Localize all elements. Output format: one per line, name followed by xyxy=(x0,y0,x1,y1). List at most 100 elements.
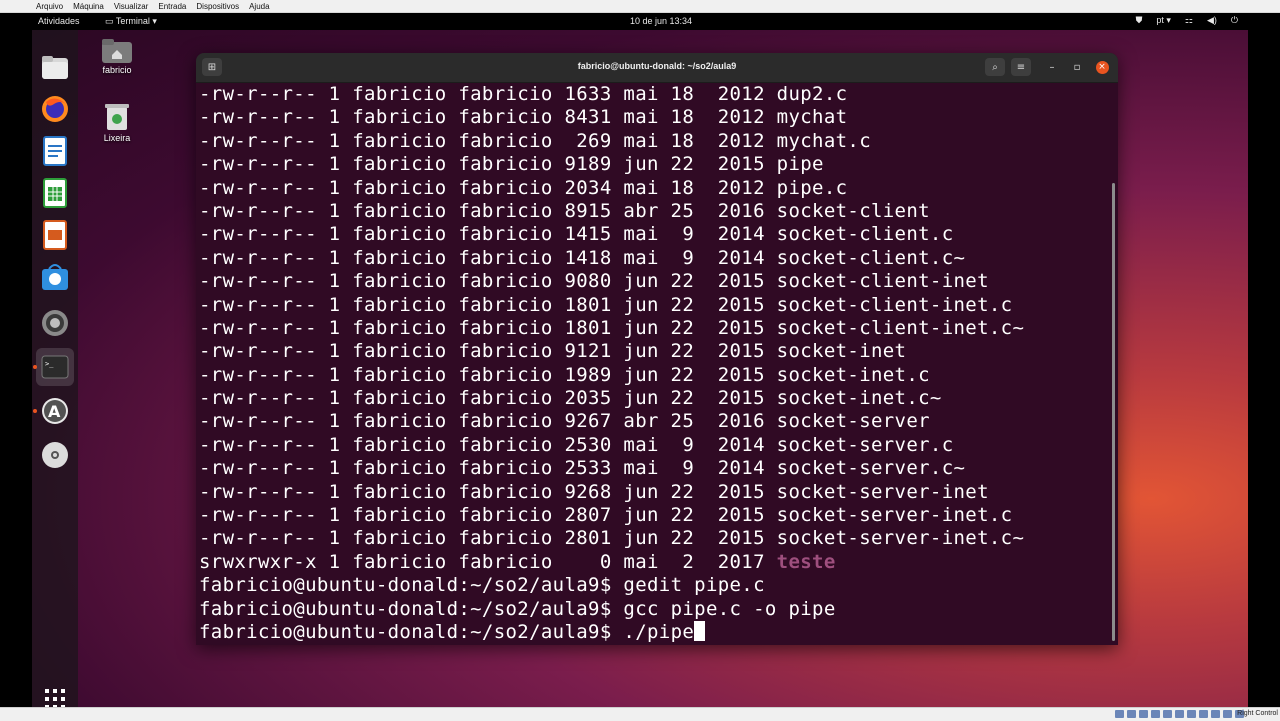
hamburger-menu-icon[interactable]: ≡ xyxy=(1011,58,1031,76)
ls-line: -rw-r--r-- 1 fabricio fabricio 9121 jun … xyxy=(199,340,1104,363)
ls-line: -rw-r--r-- 1 fabricio fabricio 1418 mai … xyxy=(199,247,1104,270)
file-name: socket-inet.c~ xyxy=(776,387,942,410)
file-name: socket-server.c~ xyxy=(776,457,966,480)
ls-line-fields: -rw-r--r-- 1 fabricio fabricio 2807 jun … xyxy=(199,504,777,527)
dock: >_ A xyxy=(32,30,78,707)
system-tray[interactable]: ⛊ pt ▾ ⚏ ◀) ⏻ xyxy=(1136,15,1238,26)
writer-icon[interactable] xyxy=(36,132,74,170)
host-menu-item[interactable]: Visualizar xyxy=(114,2,149,11)
show-applications-icon[interactable] xyxy=(36,680,74,707)
host-menu-item[interactable]: Ajuda xyxy=(249,2,269,11)
file-name: socket-inet xyxy=(776,340,907,363)
dvd-icon[interactable] xyxy=(36,436,74,474)
software-icon[interactable] xyxy=(36,258,74,296)
close-icon[interactable]: × xyxy=(1092,58,1112,76)
host-menu-item[interactable]: Máquina xyxy=(73,2,104,11)
file-name: socket-server xyxy=(776,410,930,433)
file-name: socket-client.c xyxy=(776,223,954,246)
file-name: socket-client-inet.c xyxy=(776,293,1013,316)
prompt-line: fabricio@ubuntu-donald:~/so2/aula9$ gedi… xyxy=(199,574,1104,597)
shared-folder-icon[interactable] xyxy=(1175,710,1184,718)
search-icon[interactable]: ⌕ xyxy=(985,58,1005,76)
shield-icon[interactable]: ⛊ xyxy=(1136,15,1143,26)
terminal-output[interactable]: -rw-r--r-- 1 fabricio fabricio 1633 mai … xyxy=(199,83,1104,643)
language-indicator[interactable]: pt ▾ xyxy=(1156,15,1171,26)
gnome-top-bar: Atividades ▭ Terminal ▾ 10 de jun 13:34 … xyxy=(32,13,1248,30)
app-menu-label: Terminal ▾ xyxy=(115,16,157,26)
power-icon[interactable]: ⏻ xyxy=(1231,15,1238,26)
terminal-headerbar[interactable]: ⊞ fabricio@ubuntu-donald: ~/so2/aula9 ⌕ … xyxy=(196,53,1118,83)
settings-icon[interactable] xyxy=(36,304,74,342)
prompt-line: fabricio@ubuntu-donald:~/so2/aula9$ gcc … xyxy=(199,598,1104,621)
ls-line: srwxrwxr-x 1 fabricio fabricio 0 mai 2 2… xyxy=(199,551,1104,574)
file-name: socket-server-inet xyxy=(776,480,989,503)
home-folder-icon xyxy=(102,39,132,63)
ls-line: -rw-r--r-- 1 fabricio fabricio 8431 mai … xyxy=(199,106,1104,129)
file-name: pipe.c xyxy=(776,176,848,199)
file-name: socket-client xyxy=(776,199,930,222)
mouse-integration-icon[interactable] xyxy=(1223,710,1232,718)
network-icon[interactable]: ⚏ xyxy=(1185,15,1193,26)
ls-line: -rw-r--r-- 1 fabricio fabricio 2801 jun … xyxy=(199,527,1104,550)
vbox-status-bar: Right Control xyxy=(0,707,1280,721)
shell-command: gedit pipe.c xyxy=(623,574,765,597)
vbox-menubar: Arquivo Máquina Visualizar Entrada Dispositi… xyxy=(0,0,1280,13)
files-icon[interactable] xyxy=(36,48,74,86)
ls-line: -rw-r--r-- 1 fabricio fabricio 9080 jun … xyxy=(199,270,1104,293)
cpu-icon[interactable] xyxy=(1211,710,1220,718)
software-updater-icon[interactable]: A xyxy=(36,392,74,430)
ls-line-fields: -rw-r--r-- 1 fabricio fabricio 2034 mai … xyxy=(199,176,777,199)
ls-line: -rw-r--r-- 1 fabricio fabricio 1989 jun … xyxy=(199,364,1104,387)
terminal-icon[interactable]: >_ xyxy=(36,348,74,386)
ls-line-fields: srwxrwxr-x 1 fabricio fabricio 0 mai 2 2… xyxy=(199,550,777,573)
file-name: socket-client.c~ xyxy=(776,246,966,269)
display-icon[interactable] xyxy=(1187,710,1196,718)
network-adapter-icon[interactable] xyxy=(1151,710,1160,718)
volume-icon[interactable]: ◀) xyxy=(1207,15,1217,26)
maximize-icon[interactable]: ▫ xyxy=(1067,58,1087,76)
ls-line: -rw-r--r-- 1 fabricio fabricio 9189 jun … xyxy=(199,153,1104,176)
optical-drive-icon[interactable] xyxy=(1127,710,1136,718)
ls-line-fields: -rw-r--r-- 1 fabricio fabricio 2533 mai … xyxy=(199,457,777,480)
ls-line: -rw-r--r-- 1 fabricio fabricio 269 mai 1… xyxy=(199,130,1104,153)
host-menu-item[interactable]: Entrada xyxy=(158,2,186,11)
file-name: mychat.c xyxy=(776,129,871,152)
minimize-icon[interactable]: – xyxy=(1042,58,1062,76)
firefox-icon[interactable] xyxy=(36,90,74,128)
file-name: socket-server-inet.c xyxy=(776,504,1013,527)
calc-icon[interactable] xyxy=(36,174,74,212)
ls-line-fields: -rw-r--r-- 1 fabricio fabricio 2035 jun … xyxy=(199,387,777,410)
ls-line-fields: -rw-r--r-- 1 fabricio fabricio 1989 jun … xyxy=(199,363,777,386)
host-menu-item[interactable]: Arquivo xyxy=(36,2,63,11)
shell-prompt: fabricio@ubuntu-donald:~/so2/aula9$ xyxy=(199,620,612,643)
desktop-home-folder[interactable]: fabricio xyxy=(87,39,147,75)
ls-line-fields: -rw-r--r-- 1 fabricio fabricio 8915 abr … xyxy=(199,199,777,222)
host-menu-item[interactable]: Dispositivos xyxy=(196,2,239,11)
vbox-device-icons[interactable] xyxy=(1115,710,1244,718)
svg-text:>_: >_ xyxy=(45,360,54,368)
running-indicator xyxy=(33,409,37,413)
ls-line: -rw-r--r-- 1 fabricio fabricio 2035 jun … xyxy=(199,387,1104,410)
audio-icon[interactable] xyxy=(1139,710,1148,718)
impress-icon[interactable] xyxy=(36,216,74,254)
ls-line: -rw-r--r-- 1 fabricio fabricio 1801 jun … xyxy=(199,317,1104,340)
hdd-icon[interactable] xyxy=(1115,710,1124,718)
trash-icon xyxy=(105,104,129,130)
recording-icon[interactable] xyxy=(1199,710,1208,718)
ls-line: -rw-r--r-- 1 fabricio fabricio 9267 abr … xyxy=(199,410,1104,433)
clock[interactable]: 10 de jun 13:34 xyxy=(630,16,692,26)
ls-line: -rw-r--r-- 1 fabricio fabricio 2533 mai … xyxy=(199,457,1104,480)
activities-button[interactable]: Atividades xyxy=(38,16,80,26)
file-name: mychat xyxy=(776,106,848,129)
ls-line: -rw-r--r-- 1 fabricio fabricio 1801 jun … xyxy=(199,294,1104,317)
scrollbar[interactable] xyxy=(1112,183,1115,641)
shell-prompt: fabricio@ubuntu-donald:~/so2/aula9$ xyxy=(199,574,612,597)
terminal-window[interactable]: ⊞ fabricio@ubuntu-donald: ~/so2/aula9 ⌕ … xyxy=(196,53,1118,645)
desktop-trash[interactable]: Lixeira xyxy=(87,103,147,143)
ls-line-fields: -rw-r--r-- 1 fabricio fabricio 9267 abr … xyxy=(199,410,777,433)
usb-icon[interactable] xyxy=(1163,710,1172,718)
app-menu-button[interactable]: ▭ Terminal ▾ xyxy=(105,16,157,27)
ls-line-fields: -rw-r--r-- 1 fabricio fabricio 9121 jun … xyxy=(199,340,777,363)
guest-desktop: Atividades ▭ Terminal ▾ 10 de jun 13:34 … xyxy=(32,13,1248,707)
window-title: fabricio@ubuntu-donald: ~/so2/aula9 xyxy=(577,61,737,71)
